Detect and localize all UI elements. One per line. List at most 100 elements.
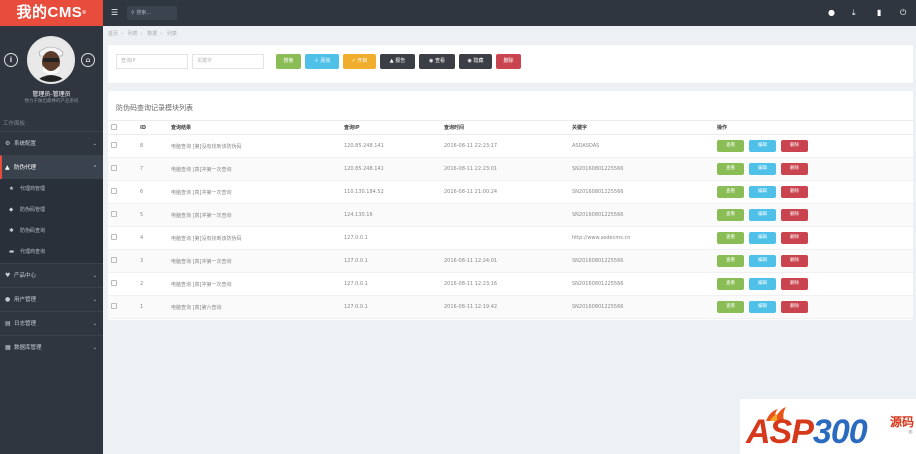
trash-icon[interactable]: ▮ [877,8,881,17]
sidebar-item-label: 用户管理 [14,297,37,303]
watermark-brand-number: 300 [812,413,868,451]
sidebar-item-product-center[interactable]: ♥ 产品中心 ⌄ [0,263,103,287]
log-icon: ▤ [5,320,11,327]
cell-id: 7 [140,157,171,181]
row-edit-button[interactable]: 编辑 [749,232,776,244]
sidebar-item-log-management[interactable]: ▤ 日志管理 ⌄ [0,311,103,335]
top-bar: ☰ ⚲ 搜索... ● ⤓ ▮ ⏻ [103,0,916,26]
row-view-button[interactable]: 查看 [717,278,744,290]
row-checkbox[interactable] [111,188,117,194]
cell-actions: 查看 编辑 删除 [717,157,913,181]
row-view-button[interactable]: 查看 [717,209,744,221]
sidebar-subitem-code-query[interactable]: ✱ 防伪码查询 [0,221,103,242]
top-search-input[interactable]: ⚲ 搜索... [127,6,177,20]
row-delete-button[interactable]: 删除 [781,255,808,267]
row-edit-button[interactable]: 编辑 [749,186,776,198]
cell-time: 2016-08-11 12:24:01 [444,249,572,273]
sidebar-subitem-label: 防伪码管理 [20,207,46,213]
ip-input[interactable]: 查询IP [116,54,188,69]
row-edit-button[interactable]: 编辑 [749,301,776,313]
row-delete-button[interactable]: 删除 [781,209,808,221]
delete-button[interactable]: 删除 [496,54,521,69]
watermark-suffix: 源码 [890,415,915,429]
report-button[interactable]: ▲ 报告 [380,54,415,69]
row-delete-button[interactable]: 删除 [781,163,808,175]
add-button-label: 添加 [320,58,331,64]
row-checkbox[interactable] [111,257,117,263]
cell-keyword: ASDASDAS [572,134,717,158]
cell-actions: 查看 编辑 删除 [717,226,913,250]
sidebar-subitem-agent-management[interactable]: ★ 代理商管理 [0,179,103,200]
sidebar-item-user-management[interactable]: ● 用户管理 ⌄ [0,287,103,311]
row-delete-button[interactable]: 删除 [781,301,808,313]
view-button[interactable]: ◉ 查看 [419,54,455,69]
cell-result: 电脑查询 [真]冲第一次查询 [171,180,344,204]
row-checkbox[interactable] [111,303,117,309]
sidebar-item-label: 防伪代理 [14,165,37,171]
logo-registered-mark: ® [82,10,87,16]
sidebar-subitem-agent-query[interactable]: ▬ 代理商查询 [0,242,103,263]
row-edit-button[interactable]: 编辑 [749,163,776,175]
row-view-button[interactable]: 查看 [717,232,744,244]
download-icon[interactable]: ⤓ [852,8,856,18]
row-checkbox[interactable] [111,142,117,148]
sidebar-subitem-code-management[interactable]: ◆ 防伪码管理 [0,200,103,221]
home-icon[interactable]: ⌂ [81,53,95,67]
select-all-checkbox[interactable] [111,123,117,130]
cell-time: 2016-08-11 12:23:16 [444,272,572,296]
row-edit-button[interactable]: 编辑 [749,255,776,267]
app-logo[interactable]: 我的CMS® [0,0,103,26]
row-view-button[interactable]: 查看 [717,186,744,198]
row-checkbox[interactable] [111,165,117,171]
column-header: 查询时间 [444,120,572,135]
hide-button[interactable]: ◉ 隐藏 [459,54,492,69]
header-checkbox-cell [108,120,140,135]
row-edit-button[interactable]: 编辑 [749,209,776,221]
column-header: 查询结果 [171,120,344,135]
info-icon[interactable]: ● [828,8,835,17]
cell-ip: 110.130.184.52 [344,180,444,204]
cell-actions: 查看 编辑 删除 [717,272,913,296]
cell-result: 电脑查询 [真]冲第一次查询 [171,249,344,273]
hide-button-label: 隐藏 [473,58,484,64]
cell-keyword: http://www.asdecms.cn [572,226,717,250]
row-delete-button[interactable]: 删除 [781,140,808,152]
star-icon: ★ [9,186,14,192]
avatar[interactable] [27,36,75,84]
row-view-button[interactable]: 查看 [717,140,744,152]
records-table: ID 查询结果 查询IP 查询时间 关键字 操作 8 电脑查询 [第]没有找到该… [108,120,913,319]
breadcrumb-item: 列表 [166,31,177,37]
watermark-brand: ASP300 [746,413,868,452]
enable-button[interactable]: ✓ 开启 [343,54,376,69]
row-view-button[interactable]: 查看 [717,163,744,175]
row-edit-button[interactable]: 编辑 [749,278,776,290]
power-icon[interactable]: ⏻ [900,8,906,18]
cell-ip: 127.0.0.1 [344,295,444,319]
breadcrumb-item[interactable]: 首页 [108,31,118,37]
row-delete-button[interactable]: 删除 [781,186,808,198]
row-checkbox[interactable] [111,234,117,240]
add-button[interactable]: ＋ 添加 [305,54,339,69]
row-view-button[interactable]: 查看 [717,255,744,267]
cell-result: 电脑查询 [真]冲第一次查询 [171,157,344,181]
row-view-button[interactable]: 查看 [717,301,744,313]
table-row: 2 电脑查询 [真]冲第一次查询 127.0.0.1 2016-08-11 12… [108,272,913,296]
breadcrumb-item[interactable]: 列表 [128,31,138,37]
breadcrumb-item[interactable]: 数据 [147,31,157,37]
keyword-input[interactable]: 关键字 [192,54,264,69]
cell-ip: 127.0.0.1 [344,272,444,296]
row-delete-button[interactable]: 删除 [781,278,808,290]
sidebar-item-anti-counterfeit[interactable]: ▲ 防伪代理 ⌃ [0,155,103,179]
row-checkbox[interactable] [111,211,117,217]
search-button[interactable]: 搜索 [276,54,301,69]
row-edit-button[interactable]: 编辑 [749,140,776,152]
sidebar-item-database-management[interactable]: ▦ 数据库管理 ⌄ [0,335,103,359]
menu-toggle-icon[interactable]: ☰ [111,8,118,17]
info-icon[interactable]: i [4,53,18,67]
sidebar-item-system-config[interactable]: ⚙ 系统配置 ⌄ [0,131,103,155]
row-checkbox[interactable] [111,280,117,286]
watermark-registered-mark: ® [908,430,913,436]
column-header: ID [140,120,171,135]
row-delete-button[interactable]: 删除 [781,232,808,244]
cell-id: 4 [140,226,171,250]
